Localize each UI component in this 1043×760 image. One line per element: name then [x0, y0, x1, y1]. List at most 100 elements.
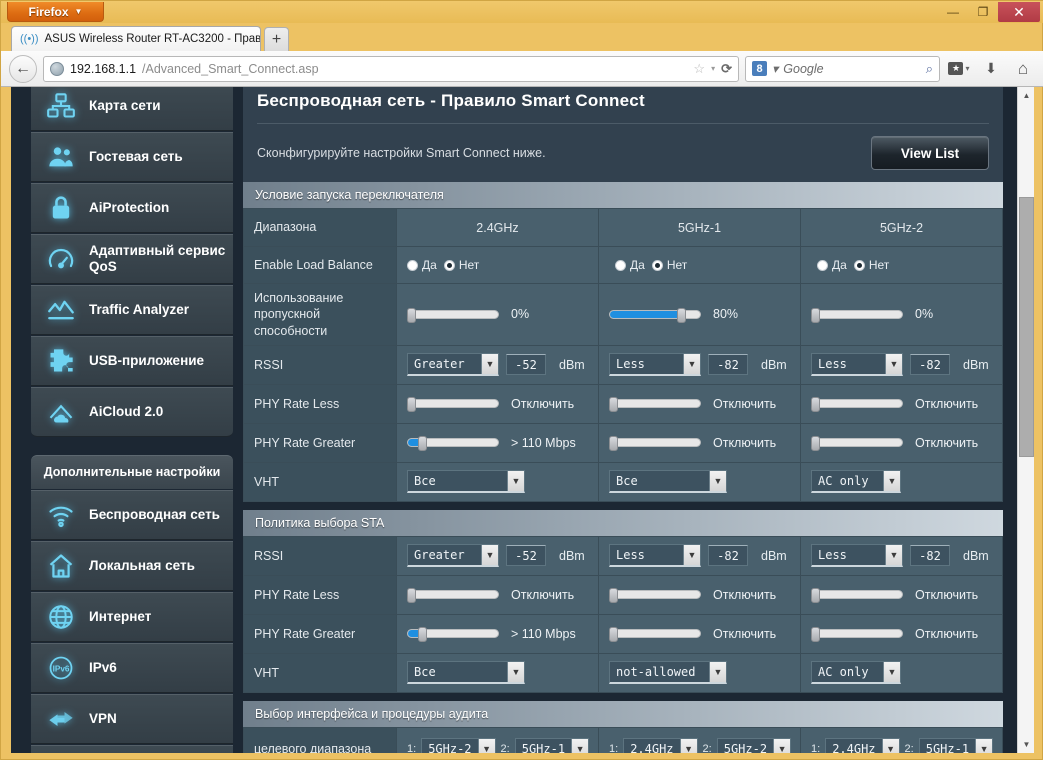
slider-track[interactable]	[811, 307, 903, 323]
slider-track[interactable]	[609, 436, 701, 452]
sidebar-item-lan[interactable]: Локальная сеть	[31, 541, 233, 591]
rssi-operator-select-2[interactable]: Less ▼	[609, 353, 701, 377]
browser-tab-asus-router[interactable]: ((•)) ASUS Wireless Router RT-AC3200 - П…	[11, 26, 261, 51]
sta-rssi-value-input-2[interactable]: -82	[708, 545, 748, 567]
view-list-button[interactable]: View List	[871, 136, 989, 170]
slider-knob[interactable]	[609, 627, 618, 643]
sta-vht-select-3[interactable]: AC only ▼	[811, 661, 901, 685]
rssi-value-input-3[interactable]: -82	[910, 354, 950, 376]
slider-knob[interactable]	[811, 436, 820, 452]
slider-knob[interactable]	[609, 588, 618, 604]
rssi-value-input-2[interactable]: -82	[708, 354, 748, 376]
slider-knob[interactable]	[407, 588, 416, 604]
sidebar-item-wireless[interactable]: Беспроводная сеть	[31, 490, 233, 540]
downloads-button[interactable]: ⬇	[978, 56, 1004, 82]
slider-track[interactable]	[407, 436, 499, 452]
slider-track[interactable]	[609, 627, 701, 643]
sidebar-item-next[interactable]	[31, 745, 233, 753]
sidebar-item-vpn[interactable]: VPN	[31, 694, 233, 744]
url-bar[interactable]: 192.168.1.1 /Advanced_Smart_Connect.asp …	[43, 55, 739, 82]
slider-knob[interactable]	[609, 436, 618, 452]
target-band-select-2a[interactable]: 2.4GHz ▼	[623, 737, 698, 753]
slider-phy-greater-1[interactable]: > 110 Mbps	[407, 436, 588, 452]
vht-select-3[interactable]: AC only ▼	[811, 470, 901, 494]
slider-phy-less-2[interactable]: Отключить	[609, 397, 790, 413]
sidebar-item-guest-network[interactable]: Гостевая сеть	[31, 132, 233, 182]
slider-track[interactable]	[609, 397, 701, 413]
radio-yes-1[interactable]: Да	[407, 258, 437, 272]
slider-knob[interactable]	[407, 397, 416, 413]
slider-knob[interactable]	[417, 627, 427, 643]
bookmarks-button[interactable]: ★ ▾	[946, 56, 972, 82]
search-icon[interactable]: ⌕	[926, 61, 933, 77]
firefox-menu-button[interactable]: Firefox ▼	[7, 2, 104, 22]
slider-track[interactable]	[811, 397, 903, 413]
slider-knob[interactable]	[407, 307, 416, 323]
sidebar-item-traffic-analyzer[interactable]: Traffic Analyzer	[31, 285, 233, 335]
scrollbar-thumb[interactable]	[1019, 197, 1034, 457]
slider-phy-less-1[interactable]: Отключить	[407, 397, 588, 413]
search-input[interactable]: Google	[783, 62, 823, 76]
scroll-up-button[interactable]: ▲	[1018, 87, 1034, 104]
slider-track[interactable]	[811, 436, 903, 452]
slider-sta-phy-less-1[interactable]: Отключить	[407, 588, 588, 604]
slider-sta-phy-greater-1[interactable]: > 110 Mbps	[407, 627, 588, 643]
sta-rssi-operator-select-3[interactable]: Less ▼	[811, 544, 903, 568]
slider-bandwidth-2[interactable]: 80%	[609, 307, 790, 323]
maximize-button[interactable]: ❐	[968, 2, 998, 21]
slider-phy-greater-3[interactable]: Отключить	[811, 436, 992, 452]
home-button[interactable]: ⌂	[1010, 56, 1036, 82]
radio-no-3[interactable]: Нет	[853, 258, 889, 272]
radio-yes-2[interactable]: Да	[615, 258, 645, 272]
sidebar-item-adaptive-qos[interactable]: Адаптивный сервис QoS	[31, 234, 233, 284]
slider-sta-phy-greater-3[interactable]: Отключить	[811, 627, 992, 643]
vht-select-1[interactable]: Все ▼	[407, 470, 525, 494]
scroll-down-button[interactable]: ▼	[1018, 736, 1034, 753]
target-band-select-1b[interactable]: 5GHz-1 ▼	[514, 737, 590, 753]
slider-sta-phy-greater-2[interactable]: Отключить	[609, 627, 790, 643]
slider-bandwidth-3[interactable]: 0%	[811, 307, 992, 323]
slider-sta-phy-less-2[interactable]: Отключить	[609, 588, 790, 604]
target-band-select-2b[interactable]: 5GHz-2 ▼	[716, 737, 792, 753]
slider-track[interactable]	[609, 307, 701, 323]
slider-track[interactable]	[609, 588, 701, 604]
new-tab-button[interactable]: +	[264, 27, 289, 51]
sidebar-item-usb-application[interactable]: USB-приложение	[31, 336, 233, 386]
slider-phy-less-3[interactable]: Отключить	[811, 397, 992, 413]
sta-rssi-value-input-1[interactable]: -52	[506, 545, 546, 567]
back-button[interactable]: ←	[9, 54, 37, 83]
slider-track[interactable]	[407, 307, 499, 323]
radio-no-2[interactable]: Нет	[651, 258, 687, 272]
slider-track[interactable]	[407, 627, 499, 643]
rssi-operator-select-3[interactable]: Less ▼	[811, 353, 903, 377]
slider-knob[interactable]	[811, 397, 820, 413]
sta-rssi-operator-select-2[interactable]: Less ▼	[609, 544, 701, 568]
radio-no-1[interactable]: Нет	[443, 258, 479, 272]
target-band-select-3a[interactable]: 2.4GHz ▼	[825, 737, 900, 753]
sidebar-item-aiprotection[interactable]: AiProtection	[31, 183, 233, 233]
close-button[interactable]: ✕	[998, 2, 1040, 22]
slider-knob[interactable]	[677, 307, 686, 323]
sta-rssi-operator-select-1[interactable]: Greater ▼	[407, 544, 499, 568]
slider-knob[interactable]	[811, 627, 820, 643]
slider-sta-phy-less-3[interactable]: Отключить	[811, 588, 992, 604]
chevron-down-icon[interactable]: ▾	[711, 64, 715, 73]
vht-select-2[interactable]: Все ▼	[609, 470, 727, 494]
slider-track[interactable]	[407, 588, 499, 604]
radio-yes-3[interactable]: Да	[817, 258, 847, 272]
sidebar-item-aicloud[interactable]: AiCloud 2.0	[31, 387, 233, 437]
sta-rssi-value-input-3[interactable]: -82	[910, 545, 950, 567]
rssi-value-input-1[interactable]: -52	[506, 354, 546, 376]
search-bar[interactable]: 8 ▾ Google ⌕	[745, 55, 940, 82]
slider-knob[interactable]	[811, 307, 820, 323]
chevron-down-icon[interactable]: ▾	[772, 61, 778, 76]
sidebar-item-ipv6[interactable]: IPv6 IPv6	[31, 643, 233, 693]
slider-track[interactable]	[407, 397, 499, 413]
target-band-select-3b[interactable]: 5GHz-1 ▼	[918, 737, 994, 753]
sta-vht-select-1[interactable]: Все ▼	[407, 661, 525, 685]
bookmark-star-icon[interactable]: ☆	[693, 61, 705, 77]
slider-knob[interactable]	[811, 588, 820, 604]
slider-knob[interactable]	[609, 397, 618, 413]
slider-bandwidth-1[interactable]: 0%	[407, 307, 588, 323]
reload-icon[interactable]: ⟳	[721, 61, 732, 77]
